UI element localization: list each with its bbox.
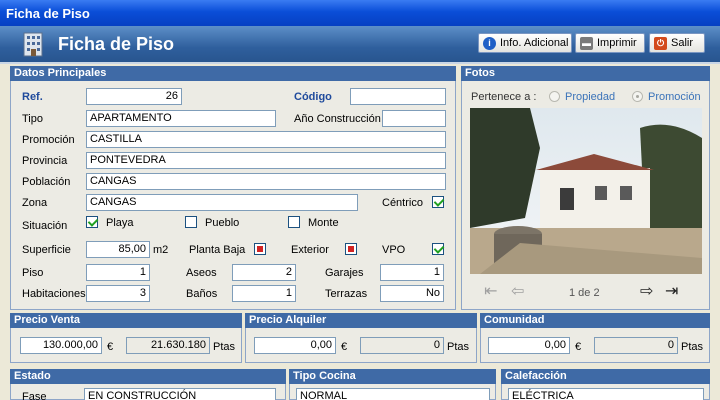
promocion-label: Promoción bbox=[22, 134, 75, 146]
promocion-input[interactable]: CASTILLA bbox=[86, 131, 446, 148]
exit-button[interactable]: ⏻ Salir bbox=[649, 33, 705, 53]
window-title: Ficha de Piso bbox=[6, 6, 90, 21]
exterior-checkbox[interactable] bbox=[345, 243, 357, 255]
precio-alquiler-euros-input[interactable]: 0,00 bbox=[254, 337, 336, 354]
precio-alquiler-ptas: 0 bbox=[360, 337, 444, 354]
situacion-label: Situación bbox=[22, 220, 68, 232]
ref-input[interactable]: 26 bbox=[86, 88, 182, 105]
calefaccion-heading: Calefacción bbox=[501, 369, 710, 384]
photo-counter: 1 de 2 bbox=[569, 287, 600, 299]
comunidad-currency: € bbox=[575, 341, 582, 353]
info-adicional-button[interactable]: i Info. Adicional bbox=[478, 33, 572, 53]
garajes-input[interactable]: 1 bbox=[380, 264, 444, 281]
pueblo-checkbox[interactable] bbox=[185, 216, 197, 228]
fotos-heading: Fotos bbox=[461, 66, 710, 81]
tipo-cocina-heading: Tipo Cocina bbox=[289, 369, 496, 384]
anio-construccion-label: Año Construcción bbox=[294, 113, 381, 125]
poblacion-input[interactable]: CANGAS bbox=[86, 173, 446, 190]
printer-icon: ▬ bbox=[580, 36, 593, 50]
playa-label: Playa bbox=[106, 217, 134, 229]
previous-photo-icon[interactable]: ⇦ bbox=[511, 284, 524, 300]
window-titlebar: Ficha de Piso bbox=[0, 0, 720, 26]
habitaciones-input[interactable]: 3 bbox=[86, 285, 150, 302]
precio-alquiler-heading: Precio Alquiler bbox=[245, 313, 477, 328]
vpo-checkbox[interactable] bbox=[432, 243, 444, 255]
poblacion-label: Población bbox=[22, 176, 71, 188]
centrico-checkbox[interactable] bbox=[432, 196, 444, 208]
superficie-label: Superficie bbox=[22, 244, 71, 256]
tipo-label: Tipo bbox=[22, 113, 43, 125]
fase-input[interactable]: EN CONSTRUCCIÓN bbox=[84, 388, 276, 400]
piso-input[interactable]: 1 bbox=[86, 264, 150, 281]
superficie-unit: m2 bbox=[153, 244, 169, 256]
aseos-label: Aseos bbox=[186, 267, 217, 279]
banos-label: Baños bbox=[186, 288, 218, 300]
precio-alquiler-ptas-label: Ptas bbox=[447, 341, 470, 353]
tipo-cocina-input[interactable]: NORMAL bbox=[296, 388, 490, 400]
fase-label: Fase bbox=[22, 391, 47, 400]
vpo-label: VPO bbox=[382, 244, 406, 256]
terrazas-input[interactable]: No bbox=[380, 285, 444, 302]
codigo-label: Código bbox=[294, 91, 332, 103]
precio-venta-ptas-label: Ptas bbox=[213, 341, 236, 353]
comunidad-heading: Comunidad bbox=[480, 313, 710, 328]
exit-icon: ⏻ bbox=[654, 36, 667, 50]
banos-input[interactable]: 1 bbox=[232, 285, 296, 302]
comunidad-euros-input[interactable]: 0,00 bbox=[488, 337, 570, 354]
centrico-label: Céntrico bbox=[382, 197, 423, 209]
garajes-label: Garajes bbox=[325, 267, 364, 279]
pertenece-label: Pertenece a : bbox=[471, 91, 537, 103]
comunidad-ptas-label: Ptas bbox=[681, 341, 704, 353]
monte-label: Monte bbox=[308, 217, 339, 229]
precio-venta-euros-input[interactable]: 130.000,00 bbox=[20, 337, 102, 354]
propiedad-radio[interactable] bbox=[549, 91, 560, 102]
datos-principales-heading: Datos Principales bbox=[10, 66, 456, 81]
ref-label: Ref. bbox=[22, 91, 43, 103]
codigo-input[interactable] bbox=[350, 88, 446, 105]
provincia-input[interactable]: PONTEVEDRA bbox=[86, 152, 446, 169]
print-button[interactable]: ▬ Imprimir bbox=[575, 33, 645, 53]
zona-input[interactable]: CANGAS bbox=[86, 194, 358, 211]
provincia-label: Provincia bbox=[22, 155, 68, 167]
planta-baja-label: Planta Baja bbox=[189, 244, 246, 256]
precio-venta-currency: € bbox=[107, 341, 114, 353]
anio-construccion-input[interactable] bbox=[382, 110, 446, 127]
terrazas-label: Terrazas bbox=[325, 288, 368, 300]
property-photo bbox=[470, 108, 702, 274]
superficie-input[interactable]: 85,00 bbox=[86, 241, 150, 258]
tipo-input[interactable]: APARTAMENTO bbox=[86, 110, 276, 127]
promocion-radio-label: Promoción bbox=[648, 91, 701, 103]
propiedad-label: Propiedad bbox=[565, 91, 616, 103]
monte-checkbox[interactable] bbox=[288, 216, 300, 228]
first-photo-icon[interactable]: ⇤ bbox=[484, 284, 497, 300]
precio-venta-ptas: 21.630.180 bbox=[126, 337, 210, 354]
piso-label: Piso bbox=[22, 267, 44, 279]
estado-heading: Estado bbox=[10, 369, 286, 384]
pueblo-label: Pueblo bbox=[205, 217, 240, 229]
next-photo-icon[interactable]: ⇨ bbox=[640, 284, 653, 300]
building-icon bbox=[23, 32, 43, 57]
comunidad-ptas: 0 bbox=[594, 337, 678, 354]
planta-baja-checkbox[interactable] bbox=[254, 243, 266, 255]
precio-venta-heading: Precio Venta bbox=[10, 313, 242, 328]
page-title: Ficha de Piso bbox=[58, 34, 175, 54]
exterior-label: Exterior bbox=[291, 244, 329, 256]
last-photo-icon[interactable]: ⇥ bbox=[665, 284, 678, 300]
promocion-radio[interactable] bbox=[632, 91, 643, 102]
habitaciones-label: Habitaciones bbox=[22, 288, 86, 300]
precio-alquiler-currency: € bbox=[341, 341, 348, 353]
playa-checkbox[interactable] bbox=[86, 216, 98, 228]
zona-label: Zona bbox=[22, 197, 48, 209]
aseos-input[interactable]: 2 bbox=[232, 264, 296, 281]
calefaccion-input[interactable]: ELÉCTRICA bbox=[508, 388, 704, 400]
info-icon: i bbox=[483, 36, 496, 50]
